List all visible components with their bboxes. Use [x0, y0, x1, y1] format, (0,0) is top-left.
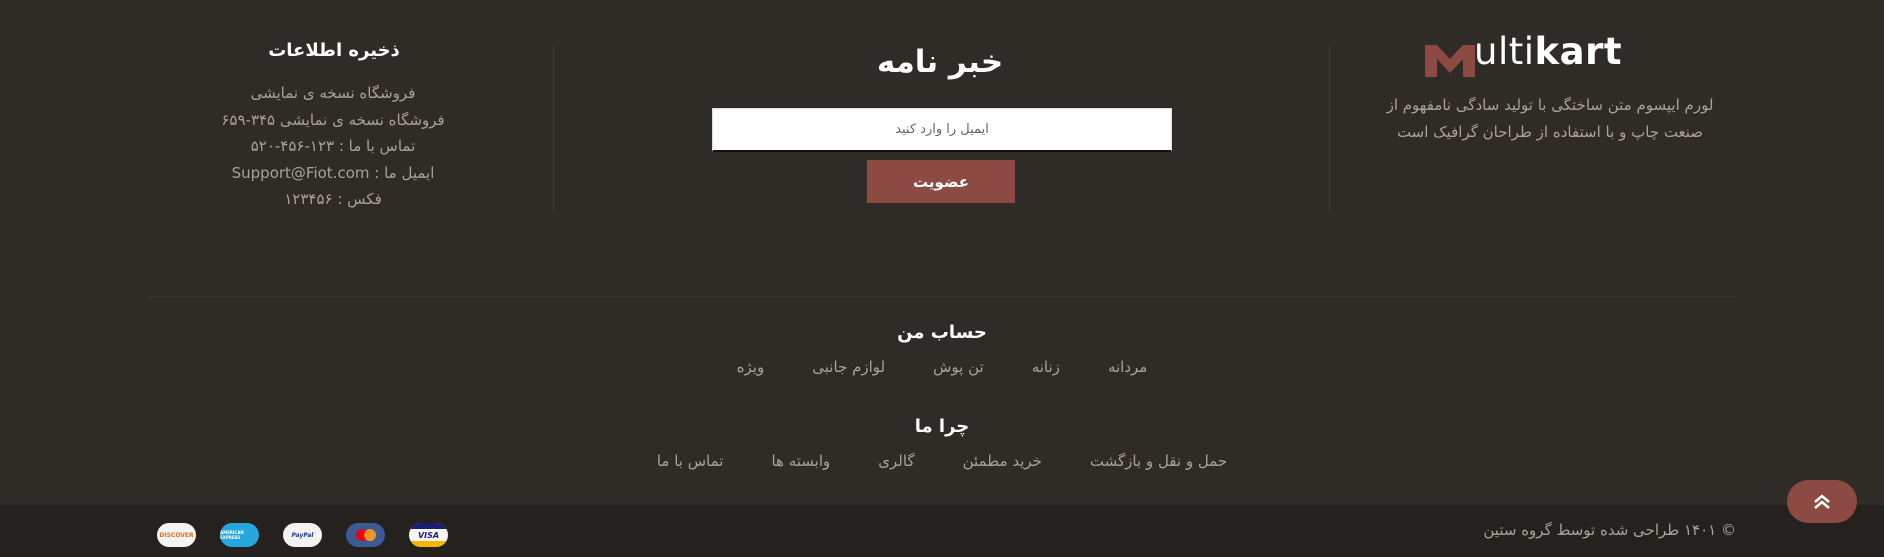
link-special[interactable]: ویژه — [737, 358, 765, 376]
why-us-title: چرا ما — [914, 416, 970, 437]
logo-wordmark: ultikart — [1474, 30, 1622, 73]
logo-m-mark — [1425, 45, 1475, 77]
copyright-text: © ۱۴۰۱ طراحی شده توسط گروه ستین — [1483, 521, 1736, 539]
bottom-bar: © ۱۴۰۱ طراحی شده توسط گروه ستین DISCOVER… — [0, 505, 1884, 557]
payment-methods: DISCOVER AMERICAN EXPRESS PayPal VISA — [157, 523, 448, 547]
visa-icon: VISA — [409, 523, 448, 547]
my-account-title: حساب من — [897, 322, 987, 343]
mastercard-circles — [355, 529, 376, 541]
store-info-list: فروشگاه نسخه ی نمایشی فروشگاه نسخه ی نما… — [196, 80, 470, 213]
why-us-links: حمل و نقل و بازگشت خرید مطمئن گالری وابس… — [0, 452, 1884, 470]
discover-icon: DISCOVER — [157, 523, 196, 547]
link-secure-shopping[interactable]: خرید مطمئن — [963, 452, 1042, 470]
link-clothing[interactable]: تن پوش — [933, 358, 984, 376]
subscribe-button[interactable]: عضویت — [867, 160, 1015, 203]
link-gallery[interactable]: گالری — [878, 452, 914, 470]
column-divider — [553, 46, 554, 212]
visa-card-art: VISA — [409, 523, 448, 547]
link-women[interactable]: زنانه — [1032, 358, 1060, 376]
store-info-title: ذخیره اطلاعات — [268, 40, 400, 61]
link-affiliates[interactable]: وابسته ها — [771, 452, 830, 470]
double-chevron-up-icon — [1814, 493, 1830, 509]
store-address: فروشگاه نسخه ی نمایشی ۳۴۵-۶۵۹ — [221, 110, 445, 129]
multikart-logo[interactable]: ultikart — [1275, 30, 1695, 80]
paypal-icon: PayPal — [283, 523, 322, 547]
amex-icon: AMERICAN EXPRESS — [220, 523, 259, 547]
visa-bottom-stripe — [409, 541, 448, 547]
store-email[interactable]: ایمیل ما : Support@Fiot.com — [196, 160, 470, 187]
about-text: لورم ایپسوم متن ساختگی با تولید سادگی نا… — [1386, 96, 1714, 141]
logo-prefix: ulti — [1474, 30, 1535, 73]
link-shipping-returns[interactable]: حمل و نقل و بازگشت — [1090, 452, 1227, 470]
visa-label: VISA — [417, 530, 440, 540]
store-fax: فکس : ۱۲۳۴۵۶ — [284, 190, 382, 208]
store-phone: تماس با ما : ۱۲۳-۴۵۶-۵۲۰ — [250, 137, 416, 155]
my-account-links: مردانه زنانه تن پوش لوازم جانبی ویژه — [0, 358, 1884, 376]
email-field[interactable] — [712, 108, 1172, 152]
link-contact-us[interactable]: تماس با ما — [657, 452, 724, 470]
mastercard-icon — [346, 523, 385, 547]
newsletter-title: خبر نامه — [876, 44, 1004, 80]
back-to-top-button[interactable] — [1787, 480, 1857, 523]
logo-bold: kart — [1534, 30, 1623, 73]
link-accessories[interactable]: لوازم جانبی — [812, 358, 885, 376]
store-name: فروشگاه نسخه ی نمایشی — [250, 84, 416, 102]
link-men[interactable]: مردانه — [1108, 358, 1147, 376]
